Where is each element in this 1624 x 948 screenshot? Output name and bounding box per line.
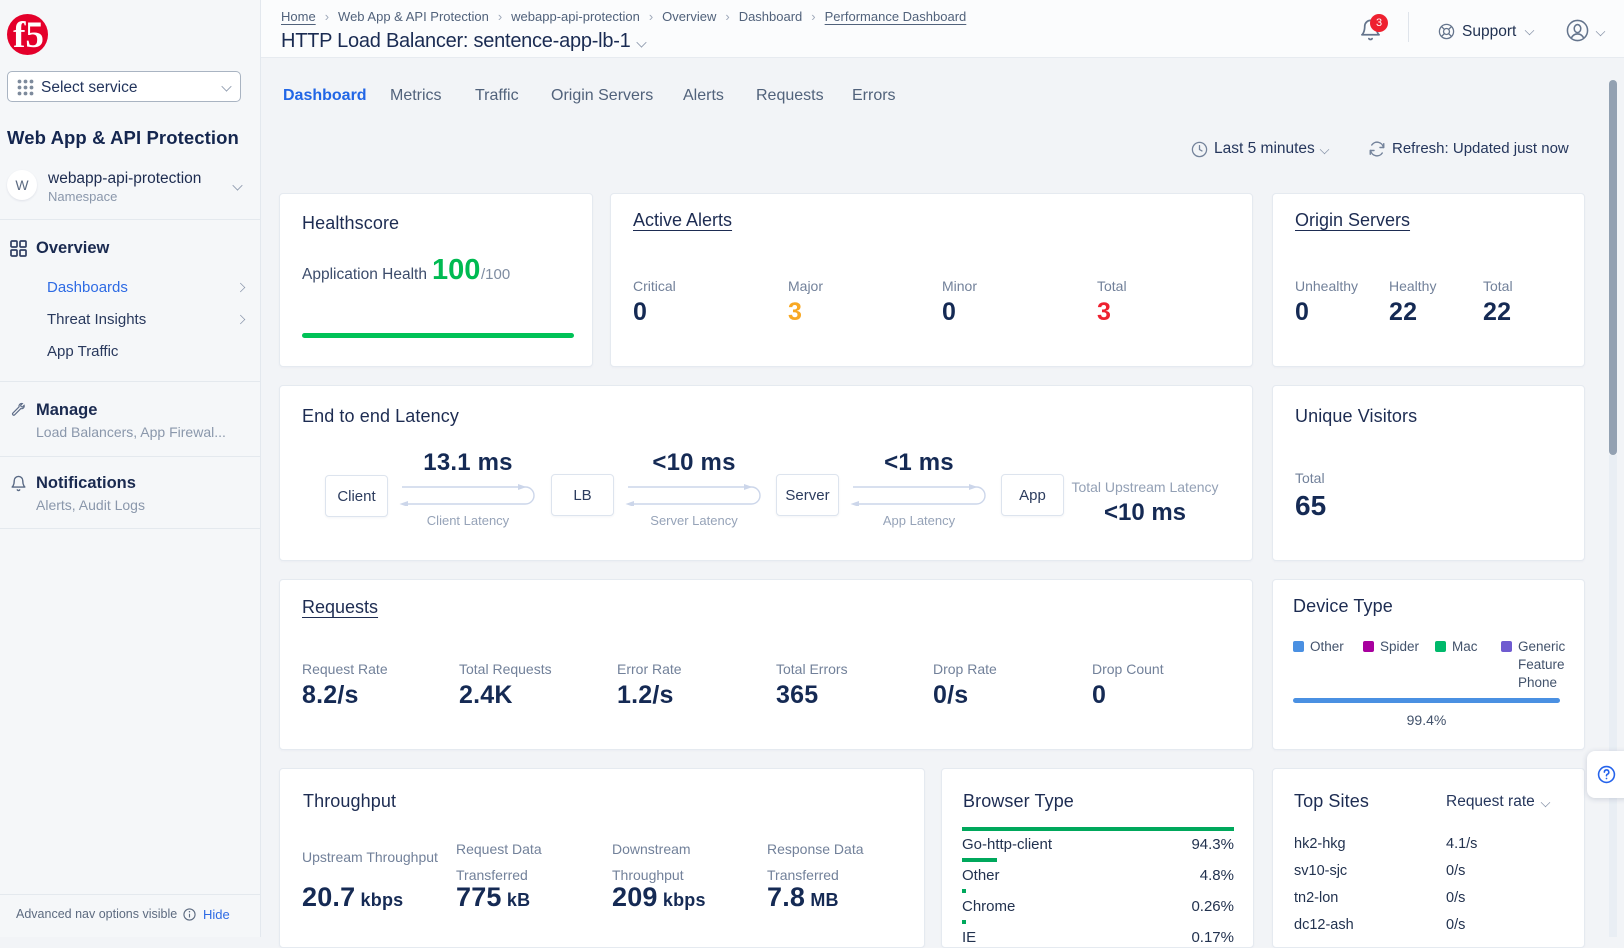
svg-text:f5: f5 <box>13 15 44 55</box>
